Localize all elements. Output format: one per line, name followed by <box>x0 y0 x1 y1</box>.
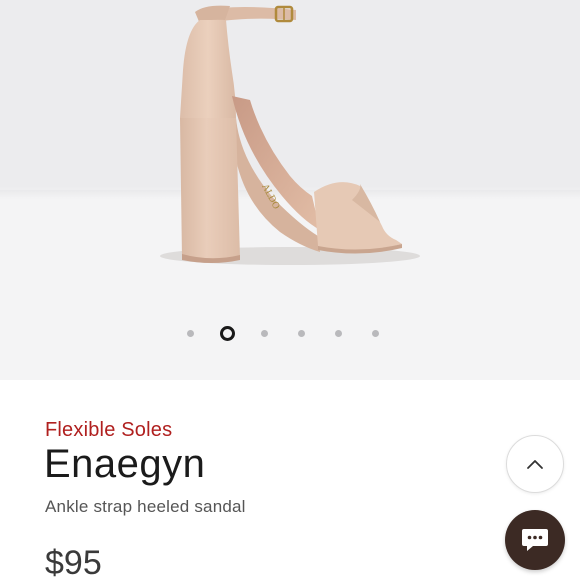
feature-tag: Flexible Soles <box>45 419 173 441</box>
product-image: ALDO <box>160 5 420 265</box>
scroll-up-button[interactable] <box>506 435 564 493</box>
pager-dot[interactable] <box>372 330 379 337</box>
product-gallery[interactable]: ALDO <box>0 0 580 380</box>
pager-dot-active[interactable] <box>220 326 235 341</box>
product-description: Ankle strap heeled sandal <box>45 497 246 516</box>
product-name: Enaegyn <box>44 442 206 486</box>
pager-dot[interactable] <box>335 330 342 337</box>
pager-dot[interactable] <box>187 330 194 337</box>
pager-dot[interactable] <box>298 330 305 337</box>
product-info: Flexible Soles Enaegyn Ankle strap heele… <box>0 380 580 580</box>
chevron-up-icon <box>527 460 543 469</box>
image-pager <box>0 325 580 343</box>
pager-dot[interactable] <box>261 330 268 337</box>
chat-bubble-icon <box>522 529 548 551</box>
chat-button[interactable] <box>505 510 565 570</box>
product-price: $95 <box>45 544 102 580</box>
